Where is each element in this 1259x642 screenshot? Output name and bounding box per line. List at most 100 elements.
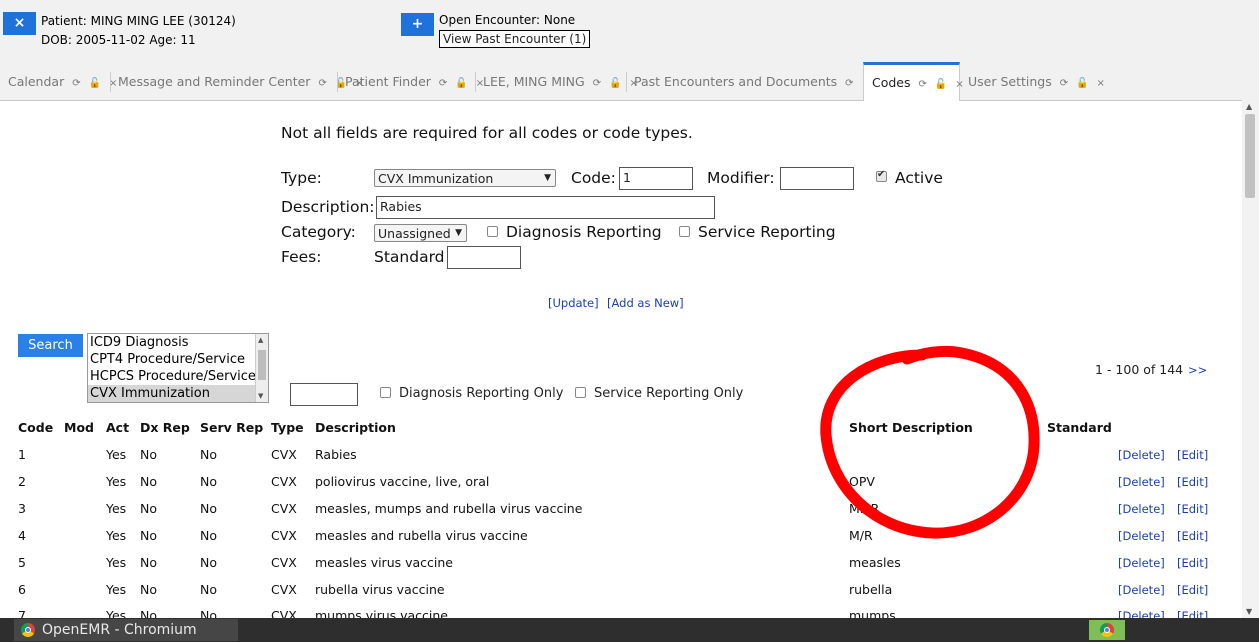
list-item[interactable]: HCPCS Procedure/Service xyxy=(88,368,268,385)
lock-icon[interactable]: 🔓 xyxy=(1076,78,1088,89)
edit-link[interactable]: [Edit] xyxy=(1177,583,1208,597)
tab-patient[interactable]: LEE, MING MING ⟳ 🔓 × xyxy=(475,62,646,100)
edit-link[interactable]: [Edit] xyxy=(1177,475,1208,489)
delete-link[interactable]: [Delete] xyxy=(1118,448,1165,462)
type-label: Type: xyxy=(281,169,322,187)
refresh-icon[interactable]: ⟳ xyxy=(593,78,601,89)
service-reporting-checkbox[interactable] xyxy=(679,226,690,237)
refresh-icon[interactable]: ⟳ xyxy=(439,78,447,89)
tab-patient-finder[interactable]: Patient Finder ⟳ 🔓 × xyxy=(337,62,492,100)
tab-past-encounters[interactable]: Past Encounters and Documents ⟳ 🔓 × xyxy=(626,62,898,100)
refresh-icon[interactable]: ⟳ xyxy=(845,78,853,89)
cell-dx: No xyxy=(140,608,157,618)
lock-icon[interactable]: 🔓 xyxy=(89,78,101,89)
type-select[interactable]: CVX Immunization ▼ xyxy=(374,169,556,187)
col-header-mod: Mod xyxy=(64,420,94,435)
search-button[interactable]: Search xyxy=(18,334,83,357)
delete-link[interactable]: [Delete] xyxy=(1118,583,1165,597)
next-page-link[interactable]: >> xyxy=(1188,363,1207,377)
tab-label: Codes xyxy=(872,75,911,90)
delete-link[interactable]: [Delete] xyxy=(1118,529,1165,543)
lock-icon[interactable]: 🔓 xyxy=(455,78,467,89)
tab-label: Calendar xyxy=(8,74,65,89)
cell-type: CVX xyxy=(271,555,297,570)
delete-link[interactable]: [Delete] xyxy=(1118,502,1165,516)
cell-type: CVX xyxy=(271,447,297,462)
scroll-up-icon[interactable]: ▲ xyxy=(258,336,263,344)
pagination-text: 1 - 100 of 144 xyxy=(1095,362,1184,377)
code-label: Code: xyxy=(571,169,616,187)
cell-serv: No xyxy=(200,528,217,543)
cell-code: 3 xyxy=(18,501,26,516)
table-row: 5 Yes No No CVX measles virus vaccine me… xyxy=(0,555,1240,582)
edit-link[interactable]: [Edit] xyxy=(1177,448,1208,462)
edit-link[interactable]: [Edit] xyxy=(1177,529,1208,543)
tab-user-settings[interactable]: User Settings ⟳ 🔓 × xyxy=(960,62,1113,100)
list-item[interactable]: CPT4 Procedure/Service xyxy=(88,351,268,368)
active-checkbox[interactable] xyxy=(876,169,887,182)
code-input[interactable]: 1 xyxy=(619,167,693,190)
tab-message-center[interactable]: Message and Reminder Center ⟳ 🔓 × xyxy=(110,62,372,100)
modifier-label: Modifier: xyxy=(707,169,775,187)
new-encounter-button[interactable]: + xyxy=(401,13,434,36)
table-row: 4 Yes No No CVX measles and rubella viru… xyxy=(0,528,1240,555)
edit-link[interactable]: [Edit] xyxy=(1177,556,1208,570)
delete-link[interactable]: [Delete] xyxy=(1118,609,1165,618)
code-type-listbox[interactable]: ICD9 Diagnosis CPT4 Procedure/Service HC… xyxy=(87,333,269,403)
refresh-icon[interactable]: ⟳ xyxy=(1060,78,1068,89)
plus-icon: + xyxy=(411,16,424,32)
edit-link[interactable]: [Edit] xyxy=(1177,502,1208,516)
scroll-up-icon[interactable]: ▲ xyxy=(1246,102,1252,111)
edit-link[interactable]: [Edit] xyxy=(1177,609,1208,618)
search-input[interactable] xyxy=(290,383,358,406)
cell-short-description: measles xyxy=(849,555,901,570)
description-input[interactable]: Rabies xyxy=(376,196,715,219)
view-past-encounter-button[interactable]: View Past Encounter (1) xyxy=(439,30,591,48)
cell-description: rubella virus vaccine xyxy=(315,582,445,597)
chromium-icon xyxy=(1100,623,1114,637)
tab-codes[interactable]: Codes ⟳ 🔓 × xyxy=(863,62,964,101)
cell-serv: No xyxy=(200,501,217,516)
tab-calendar[interactable]: Calendar ⟳ 🔓 × xyxy=(0,62,125,100)
taskbar-window-button[interactable]: OpenEMR - Chromium xyxy=(14,619,238,641)
type-select-value: CVX Immunization xyxy=(378,171,494,186)
cell-description: measles and rubella virus vaccine xyxy=(315,528,528,543)
scrollbar-thumb[interactable] xyxy=(258,350,266,380)
red-circle-annotation xyxy=(820,345,1040,539)
update-link[interactable]: [Update] xyxy=(548,296,599,310)
cell-short-description: rubella xyxy=(849,582,893,597)
table-row: 2 Yes No No CVX poliovirus vaccine, live… xyxy=(0,474,1240,501)
category-select[interactable]: Unassigned ▼ xyxy=(374,224,467,242)
tray-chromium-button[interactable] xyxy=(1089,620,1125,640)
page-scrollbar[interactable]: ▲ ▼ xyxy=(1242,100,1259,618)
close-icon[interactable]: × xyxy=(1097,78,1105,89)
cell-serv: No xyxy=(200,608,217,618)
cell-description: measles virus vaccine xyxy=(315,555,453,570)
list-item-selected[interactable]: CVX Immunization xyxy=(88,385,268,402)
scrollbar-thumb[interactable] xyxy=(1245,114,1255,198)
cell-description: Rabies xyxy=(315,447,357,462)
cell-act: Yes xyxy=(106,501,127,516)
scroll-down-icon[interactable]: ▼ xyxy=(1246,607,1252,616)
standard-fee-input[interactable] xyxy=(447,246,521,269)
scroll-down-icon[interactable]: ▼ xyxy=(258,392,263,400)
modifier-input[interactable] xyxy=(780,167,854,190)
delete-link[interactable]: [Delete] xyxy=(1118,556,1165,570)
list-item[interactable]: ICD9 Diagnosis xyxy=(88,334,268,351)
delete-link[interactable]: [Delete] xyxy=(1118,475,1165,489)
refresh-icon[interactable]: ⟳ xyxy=(919,79,927,90)
diagnosis-reporting-checkbox[interactable] xyxy=(487,226,498,237)
lock-icon[interactable]: 🔓 xyxy=(609,78,621,89)
service-only-checkbox[interactable] xyxy=(575,387,586,398)
refresh-icon[interactable]: ⟳ xyxy=(72,78,80,89)
tab-label: Patient Finder xyxy=(345,74,431,89)
diagnosis-only-checkbox[interactable] xyxy=(380,387,391,398)
chevron-down-icon: ▼ xyxy=(544,173,551,183)
refresh-icon[interactable]: ⟳ xyxy=(318,78,326,89)
listbox-scrollbar[interactable]: ▲ ▼ xyxy=(255,334,268,402)
form-notice: Not all fields are required for all code… xyxy=(281,124,693,142)
os-taskbar: OpenEMR - Chromium xyxy=(0,618,1259,642)
add-as-new-link[interactable]: [Add as New] xyxy=(607,296,684,310)
close-patient-button[interactable]: × xyxy=(3,12,36,35)
lock-icon[interactable]: 🔓 xyxy=(935,79,947,90)
